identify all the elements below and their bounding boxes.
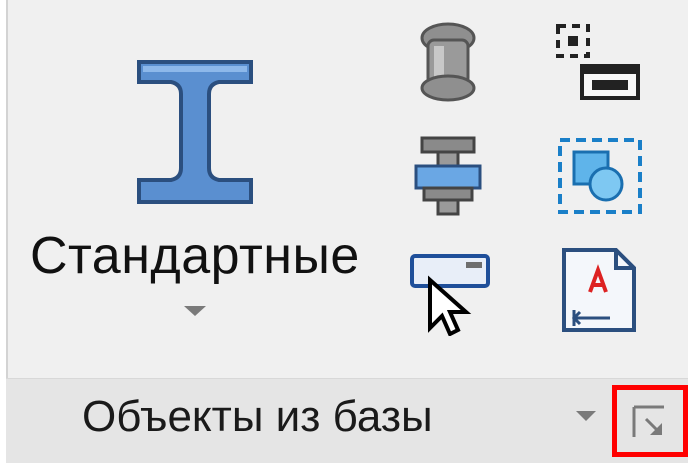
selection-frame-shapes-button[interactable]	[550, 130, 650, 226]
dialog-launcher-button[interactable]	[612, 385, 688, 457]
object-snap-window-button[interactable]	[550, 18, 650, 114]
bolt-icon	[420, 22, 476, 102]
dialog-launcher-icon	[632, 405, 664, 437]
i-beam-profile-icon	[137, 60, 253, 204]
cursor-select-icon	[410, 254, 490, 337]
bolt-button[interactable]	[398, 18, 498, 114]
chevron-down-icon[interactable]	[180, 302, 210, 318]
standard-profiles-button[interactable]: Стандартные	[20, 40, 370, 340]
bolt-with-nut-icon	[414, 136, 482, 216]
cursor-select-button[interactable]	[398, 240, 498, 337]
bolt-with-nut-button[interactable]	[398, 130, 498, 226]
panel-title: Объекты из базы	[82, 392, 433, 441]
standard-profiles-label: Стандартные	[30, 227, 360, 285]
annotation-text-icon	[562, 248, 636, 332]
annotation-text-button[interactable]	[550, 240, 650, 336]
object-snap-window-icon	[556, 24, 640, 100]
panel-footer: Объекты из базы	[6, 378, 688, 463]
chevron-down-icon[interactable]	[574, 409, 598, 423]
selection-frame-shapes-icon	[558, 138, 642, 214]
